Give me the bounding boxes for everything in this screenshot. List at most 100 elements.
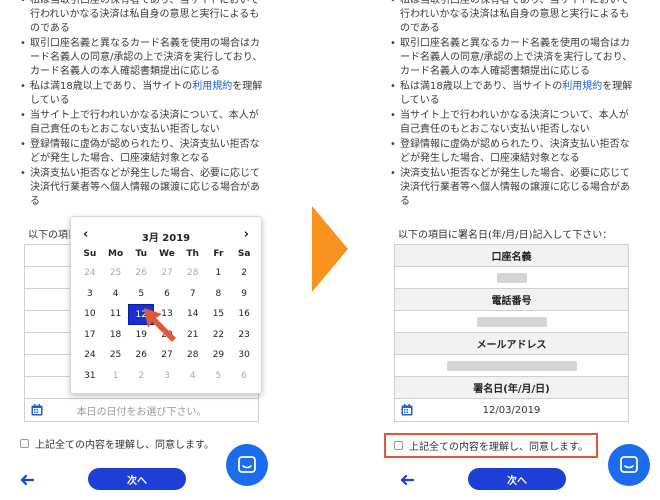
chevron-right-icon[interactable]: › <box>244 228 249 241</box>
agree-label: 上記全ての内容を理解し、同意します。 <box>35 440 214 451</box>
weekday-label: Fr <box>213 249 224 259</box>
chat-button[interactable] <box>226 444 268 486</box>
date-cell[interactable]: 26 <box>128 345 154 366</box>
date-cell[interactable]: 27 <box>154 345 180 366</box>
date-cell[interactable]: 8 <box>206 284 232 305</box>
date-cell[interactable]: 1 <box>103 366 129 387</box>
agree-checkbox[interactable] <box>20 439 29 448</box>
chevron-left-icon[interactable]: ‹ <box>83 228 88 241</box>
date-cell[interactable]: 28 <box>180 263 206 284</box>
term-item: 登録情報に虚偽が認められたり、決済支払い拒否などが発生した場合、口座凍結対象とな… <box>0 138 290 166</box>
date-cell[interactable]: 1 <box>206 263 232 284</box>
phone-value <box>395 311 628 333</box>
date-cell[interactable]: 16 <box>231 304 257 325</box>
date-cell[interactable]: 27 <box>154 263 180 284</box>
date-cell[interactable]: 18 <box>103 325 129 346</box>
email-value <box>395 355 628 377</box>
date-cell[interactable]: 21 <box>180 325 206 346</box>
agree-checkbox[interactable] <box>394 441 403 450</box>
term-item: 私は当取引口座の保有者であり、当サイトにおいて行われいかなる決済は私自身の意思と… <box>370 0 660 36</box>
weekday-label: Mo <box>107 249 124 259</box>
date-input-row[interactable]: 12/03/2019 <box>395 399 628 421</box>
term-item: 当サイト上で行われいかなる決済について、本人が自己責任のもとおこない支払い拒否し… <box>0 109 290 137</box>
redacted-value <box>496 272 527 283</box>
back-arrow-icon[interactable] <box>398 472 414 488</box>
date-cell[interactable]: 4 <box>103 284 129 305</box>
left-screen: 私は当取引口座の保有者であり、当サイトにおいて行われいかなる決済は私自身の意思と… <box>0 0 290 500</box>
phone-header: 電話番号 <box>395 289 628 311</box>
date-picker-popup: ‹ 3月 2019 › Su Mo Tu We Th Fr Sa 24 25 26 27 28 1 2 3 4… <box>70 216 262 394</box>
redacted-value <box>446 360 577 371</box>
date-cell[interactable]: 6 <box>154 284 180 305</box>
term-item: 取引口座名義と異なるカード名義を使用の場合はカード名義人の同意/承認の上で決済を… <box>370 37 660 79</box>
date-cell[interactable]: 25 <box>103 345 129 366</box>
chat-button[interactable] <box>608 444 650 486</box>
date-cell[interactable]: 11 <box>103 304 129 325</box>
date-cell[interactable]: 5 <box>128 284 154 305</box>
date-cell[interactable]: 9 <box>231 284 257 305</box>
terms-list: 私は当取引口座の保有者であり、当サイトにおいて行われいかなる決済は私自身の意思と… <box>0 0 290 210</box>
chat-icon <box>238 456 256 473</box>
agree-checkbox-row[interactable]: 上記全ての内容を理解し、同意します。 <box>384 433 598 458</box>
terms-list: 私は当取引口座の保有者であり、当サイトにおいて行われいかなる決済は私自身の意思と… <box>370 0 660 210</box>
date-cell[interactable]: 28 <box>180 345 206 366</box>
date-cell[interactable]: 24 <box>77 263 103 284</box>
date-cell[interactable]: 29 <box>206 345 232 366</box>
date-cell[interactable]: 25 <box>103 263 129 284</box>
weekday-label: Th <box>186 249 199 259</box>
account-name-value <box>395 267 628 289</box>
date-cell[interactable]: 15 <box>206 304 232 325</box>
date-cell[interactable]: 4 <box>180 366 206 387</box>
transition-arrow-icon <box>312 206 348 292</box>
calendar-icon[interactable] <box>401 404 413 416</box>
weekday-label: Sa <box>237 249 251 259</box>
date-cell[interactable]: 30 <box>231 345 257 366</box>
date-cell[interactable]: 31 <box>77 366 103 387</box>
date-cell[interactable]: 3 <box>154 366 180 387</box>
date-cell[interactable]: 7 <box>180 284 206 305</box>
weekday-label: Tu <box>135 249 148 259</box>
term-item: 私は満18歳以上であり、当サイトの利用規約を理解している <box>370 80 660 108</box>
chat-icon <box>620 456 638 473</box>
signature-date-value: 12/03/2019 <box>482 404 541 416</box>
signature-date-header: 署名日(年/月/日) <box>395 377 628 399</box>
date-cell[interactable]: 2 <box>128 366 154 387</box>
date-cell[interactable]: 24 <box>77 345 103 366</box>
date-cell[interactable]: 22 <box>206 325 232 346</box>
date-cell[interactable]: 2 <box>231 263 257 284</box>
agree-label: 上記全ての内容を理解し、同意します。 <box>409 442 588 453</box>
right-screen: 私は当取引口座の保有者であり、当サイトにおいて行われいかなる決済は私自身の意思と… <box>370 0 660 500</box>
calendar-icon[interactable] <box>31 404 43 416</box>
terms-of-use-link[interactable]: 利用規約 <box>192 81 232 92</box>
pointer-arrow-icon <box>144 308 176 342</box>
email-header: メールアドレス <box>395 333 628 355</box>
date-cell[interactable]: 23 <box>231 325 257 346</box>
form-prompt: 以下の項目に署名日(年/月/日)記入して下さい： <box>398 230 613 241</box>
weekday-label: We <box>159 249 175 259</box>
date-picker-month: 3月 2019 <box>141 232 191 244</box>
term-item: 当サイト上で行われいかなる決済について、本人が自己責任のもとおこない支払い拒否し… <box>370 109 660 137</box>
terms-of-use-link[interactable]: 利用規約 <box>562 81 602 92</box>
date-cell[interactable]: 10 <box>77 304 103 325</box>
term-item: 私は当取引口座の保有者であり、当サイトにおいて行われいかなる決済は私自身の意思と… <box>0 0 290 36</box>
term-item: 決済支払い拒否などが発生した場合、必要に応じて決済代行業者等へ個人情報の譲渡に応… <box>370 167 660 209</box>
signature-form-table: 口座名義 電話番号 メールアドレス 署名日(年/月/日) 12/03/2019 <box>394 244 629 422</box>
date-cell[interactable]: 14 <box>180 304 206 325</box>
next-button[interactable]: 次へ <box>88 468 186 490</box>
term-item: 決済支払い拒否などが発生した場合、必要に応じて決済代行業者等へ個人情報の譲渡に応… <box>0 167 290 209</box>
redacted-value <box>476 316 547 327</box>
term-item: 取引口座名義と異なるカード名義を使用の場合はカード名義人の同意/承認の上で決済を… <box>0 37 290 79</box>
date-cell[interactable]: 3 <box>77 284 103 305</box>
date-cell[interactable]: 17 <box>77 325 103 346</box>
date-cell[interactable]: 6 <box>231 366 257 387</box>
back-arrow-icon[interactable] <box>18 472 34 488</box>
date-cell[interactable]: 5 <box>206 366 232 387</box>
weekday-label: Su <box>83 249 97 259</box>
date-cell[interactable]: 26 <box>128 263 154 284</box>
date-placeholder: 本日の日付をお選び下さい。 <box>76 406 207 418</box>
term-item: 登録情報に虚偽が認められたり、決済支払い拒否などが発生した場合、口座凍結対象とな… <box>370 138 660 166</box>
agree-checkbox-row[interactable]: 上記全ての内容を理解し、同意します。 <box>16 433 218 454</box>
account-name-header: 口座名義 <box>395 245 628 267</box>
date-input-row[interactable]: 本日の日付をお選び下さい。 <box>25 399 258 421</box>
next-button[interactable]: 次へ <box>468 468 566 490</box>
